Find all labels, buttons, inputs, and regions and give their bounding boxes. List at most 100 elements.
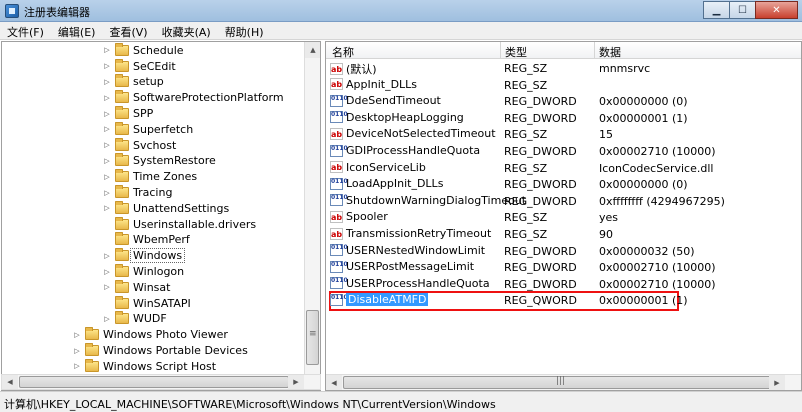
tree-vertical-scrollbar[interactable]: ▲ ▼	[304, 42, 320, 390]
folder-icon	[115, 232, 129, 246]
string-value-icon: ab	[330, 127, 343, 140]
scroll-right-icon[interactable]: ▶	[288, 375, 304, 389]
tree-item[interactable]: WinSATAPI	[102, 295, 191, 311]
value-row[interactable]: 0110 ShutdownWarningDialogTimeout REG_DWOR…	[326, 193, 801, 210]
expand-arrow-icon[interactable]: ▷	[72, 362, 82, 370]
expand-arrow-icon[interactable]: ▷	[72, 331, 82, 339]
tree-item[interactable]: ▷ SystemRestore	[102, 153, 216, 169]
registry-values-pane[interactable]: 名称 类型 数据 ◀ ▶ ab(默认)REG_SZmnmsrvcabAppIni…	[325, 41, 802, 391]
value-name: DeviceNotSelectedTimeout	[346, 127, 496, 141]
tree-item[interactable]: ▷ SPP	[102, 106, 153, 122]
value-row[interactable]: ab Spooler REG_SZ yes	[326, 209, 801, 226]
value-type: REG_SZ	[504, 211, 548, 225]
value-name-cell: 0110 DisableATMFD	[330, 293, 429, 307]
maximize-button[interactable]: ☐	[729, 1, 756, 19]
column-name[interactable]: 名称	[332, 44, 354, 60]
folder-icon	[115, 58, 129, 72]
value-row[interactable]: 0110 LoadAppInit_DLLs REG_DWORD 0x00000000 …	[326, 176, 801, 193]
binary-value-icon: 0110	[330, 293, 348, 306]
tree-item[interactable]: ▷ Winlogon	[102, 264, 184, 280]
tree-item[interactable]: Userinstallable.drivers	[102, 216, 256, 232]
tree-item[interactable]: ▷ SeCEdit	[102, 58, 176, 74]
tree-item[interactable]: ▷ Time Zones	[102, 169, 197, 185]
value-row[interactable]: ab DeviceNotSelectedTimeout REG_SZ 15	[326, 126, 801, 143]
value-row[interactable]: ab (默认) REG_SZ mnmsrvc	[326, 60, 801, 77]
registry-tree-pane[interactable]: ▲ ▼ ▷ Schedule ▷ SeCEdit ▷ setup ▷ SoftwareProt…	[1, 41, 321, 391]
tree-item[interactable]: ▷ Tracing	[102, 185, 172, 201]
status-bar: 计算机\HKEY_LOCAL_MACHINE\SOFTWARE\Microsof…	[0, 391, 802, 412]
tree-item-label: Userinstallable.drivers	[133, 217, 257, 231]
value-row[interactable]: 0110 DisableATMFD REG_QWORD 0x00000001 (1)	[326, 292, 801, 309]
value-type: REG_DWORD	[504, 261, 577, 275]
value-row[interactable]: 0110 DesktopHeapLogging REG_DWORD 0x0000000…	[326, 110, 801, 127]
tree-item[interactable]: ▷ Schedule	[102, 42, 184, 59]
value-row[interactable]: 0110 USERProcessHandleQuota REG_DWORD 0x000…	[326, 276, 801, 293]
value-row[interactable]: ab TransmissionRetryTimeout REG_SZ 90	[326, 226, 801, 243]
value-row[interactable]: 0110 GDIProcessHandleQuota REG_DWORD 0x0000…	[326, 143, 801, 160]
value-type: REG_DWORD	[504, 111, 577, 125]
tree-item[interactable]: ▷ Superfetch	[102, 121, 193, 138]
folder-icon	[115, 200, 129, 214]
menu-favorites[interactable]: 收藏夹(A)	[155, 22, 218, 39]
expand-arrow-icon[interactable]: ▷	[102, 252, 112, 260]
tree-item[interactable]: ▷ UnattendSettings	[102, 200, 229, 217]
expand-arrow-icon[interactable]: ▷	[102, 46, 112, 54]
tree-hscroll-thumb[interactable]	[19, 376, 289, 388]
menu-help[interactable]: 帮助(H)	[218, 22, 271, 39]
scroll-right-icon[interactable]: ▶	[769, 375, 785, 390]
expand-arrow-icon[interactable]: ▷	[102, 268, 112, 276]
expand-arrow-icon[interactable]: ▷	[102, 141, 112, 149]
column-header: 名称 类型 数据	[326, 42, 801, 59]
value-type: REG_QWORD	[504, 294, 577, 308]
menu-view[interactable]: 查看(V)	[102, 22, 154, 39]
tree-item[interactable]: ▷ Windows	[102, 248, 186, 264]
expand-arrow-icon[interactable]: ▷	[102, 173, 112, 181]
menu-file[interactable]: 文件(F)	[0, 22, 51, 39]
tree-item[interactable]: ▷ Windows Portable Devices	[72, 343, 248, 359]
expand-arrow-icon[interactable]: ▷	[102, 62, 112, 70]
value-row[interactable]: ab AppInit_DLLs REG_SZ	[326, 77, 801, 94]
expand-arrow-icon[interactable]: ▷	[102, 94, 112, 102]
expand-arrow-icon[interactable]: ▷	[102, 125, 112, 133]
column-divider[interactable]	[594, 42, 595, 59]
value-row[interactable]: 0110 DdeSendTimeout REG_DWORD 0x00000000 (0…	[326, 93, 801, 110]
folder-icon	[115, 153, 129, 167]
tree-item[interactable]: ▷ Windows Script Host	[72, 358, 216, 375]
tree-item-label: Windows	[130, 248, 186, 264]
expand-arrow-icon[interactable]: ▷	[102, 283, 112, 291]
column-data[interactable]: 数据	[599, 44, 621, 60]
values-horizontal-scrollbar[interactable]: ◀ ▶	[326, 374, 801, 390]
expand-arrow-icon[interactable]: ▷	[102, 315, 112, 323]
close-button[interactable]: ✕	[755, 1, 798, 19]
expand-arrow-icon[interactable]: ▷	[102, 78, 112, 86]
value-row[interactable]: 0110 USERNestedWindowLimit REG_DWORD 0x0000…	[326, 243, 801, 260]
value-row[interactable]: ab IconServiceLib REG_SZ IconCodecService.d…	[326, 160, 801, 177]
folder-icon	[115, 169, 129, 183]
column-divider[interactable]	[500, 42, 501, 59]
tree-item[interactable]: ▷ Svchost	[102, 137, 176, 153]
expand-arrow-icon[interactable]: ▷	[102, 110, 112, 118]
tree-item-label: SystemRestore	[133, 154, 216, 168]
tree-item[interactable]: WbemPerf	[102, 232, 190, 248]
value-name: GDIProcessHandleQuota	[346, 144, 481, 157]
value-row[interactable]: 0110 USERPostMessageLimit REG_DWORD 0x00002…	[326, 259, 801, 276]
tree-item[interactable]: ▷ Winsat	[102, 279, 170, 296]
expand-arrow-icon[interactable]: ▷	[102, 157, 112, 165]
expand-arrow-icon[interactable]: ▷	[102, 204, 112, 212]
value-name-cell: 0110 USERNestedWindowLimit	[330, 244, 485, 257]
tree-item[interactable]: ▷ Windows Photo Viewer	[72, 327, 228, 343]
column-type[interactable]: 类型	[505, 44, 527, 60]
menu-edit[interactable]: 编辑(E)	[51, 22, 103, 39]
scroll-left-icon[interactable]: ◀	[2, 375, 18, 389]
tree-item[interactable]: ▷ setup	[102, 74, 164, 90]
expand-arrow-icon[interactable]: ▷	[72, 347, 82, 355]
tree-scroll-thumb[interactable]	[306, 310, 319, 365]
tree-item[interactable]: ▷ SoftwareProtectionPlatform	[102, 90, 284, 106]
values-hscroll-thumb[interactable]	[343, 376, 779, 389]
tree-horizontal-scrollbar[interactable]: ◀ ▶	[1, 374, 321, 390]
tree-item[interactable]: ▷ WUDF	[102, 311, 167, 327]
expand-arrow-icon[interactable]: ▷	[102, 189, 112, 197]
scroll-up-icon[interactable]: ▲	[305, 42, 320, 58]
scroll-left-icon[interactable]: ◀	[326, 375, 342, 390]
minimize-button[interactable]: ▁	[703, 1, 730, 19]
